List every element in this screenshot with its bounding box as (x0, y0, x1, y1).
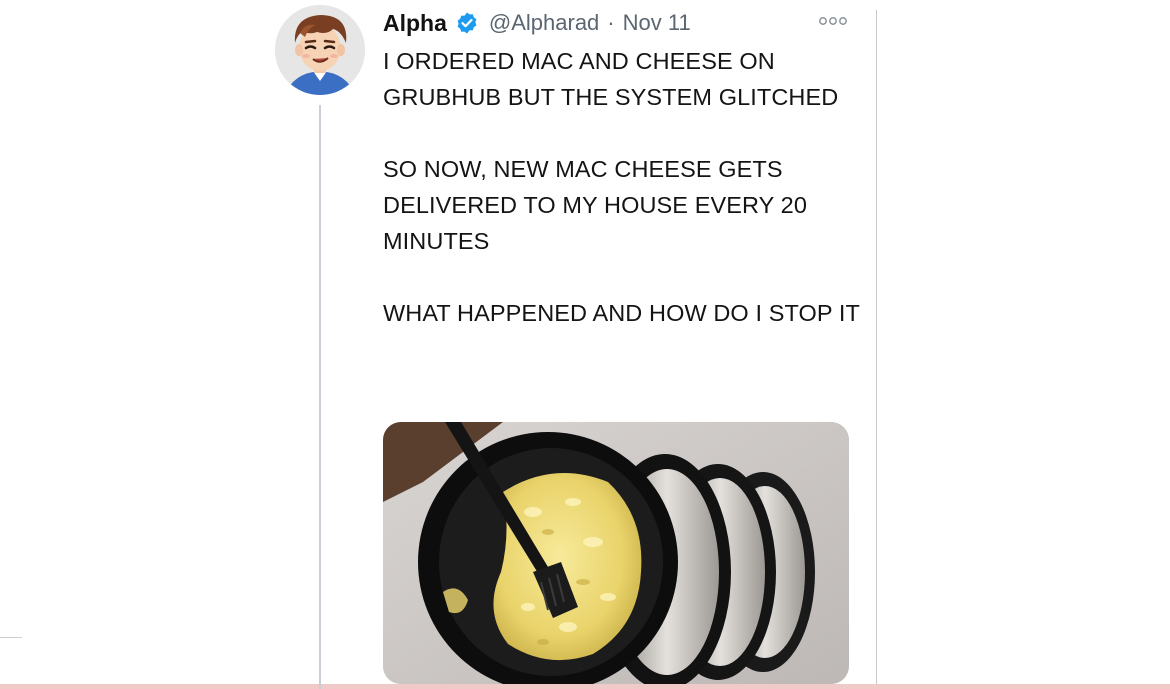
tweet-body: I ORDERED MAC AND CHEESE ON GRUBHUB BUT … (383, 43, 863, 331)
frame-border-right (876, 10, 877, 689)
tweet-paragraph: SO NOW, NEW MAC CHEESE GETS DELIVERED TO… (383, 156, 807, 254)
avatar-illustration (275, 5, 365, 95)
tweet-paragraph: WHAT HAPPENED AND HOW DO I STOP IT (383, 300, 860, 326)
avatar[interactable] (275, 5, 365, 95)
tweet-screenshot: Alpha @Alpharad · Nov 11 I ORDERED MAC A… (0, 0, 1170, 689)
thread-connector-line (319, 105, 321, 689)
tweet-date[interactable]: Nov 11 (623, 10, 691, 36)
bottom-edge (0, 684, 1170, 689)
tweet-header: Alpha @Alpharad · Nov 11 (383, 6, 691, 40)
tweet-photo[interactable] (383, 422, 849, 684)
mac-and-cheese-photo (383, 422, 849, 684)
more-options-icon[interactable] (818, 14, 848, 28)
tweet-paragraph: I ORDERED MAC AND CHEESE ON GRUBHUB BUT … (383, 48, 839, 110)
frame-border-left (0, 637, 22, 638)
header-separator: · (607, 10, 615, 35)
verified-badge-icon (457, 12, 477, 34)
author-name[interactable]: Alpha (383, 10, 447, 37)
author-handle[interactable]: @Alpharad (489, 10, 599, 36)
